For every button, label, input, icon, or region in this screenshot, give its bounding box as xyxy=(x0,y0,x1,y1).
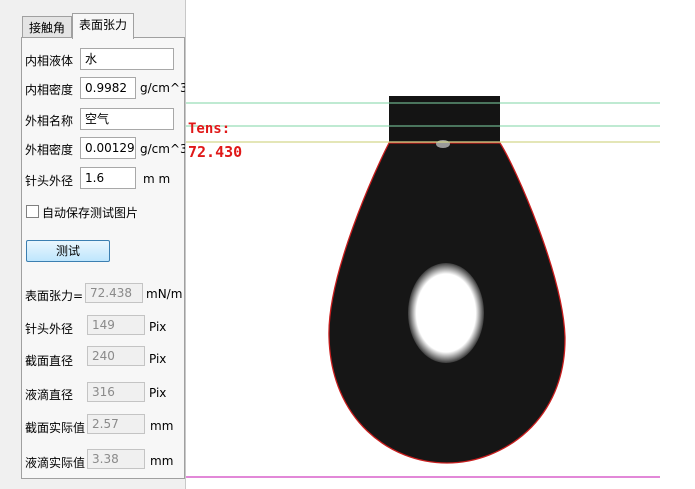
section-real-unit: mm xyxy=(150,419,174,433)
drop-real-value: 3.38 xyxy=(87,449,145,469)
drop-px-unit: Pix xyxy=(149,386,167,400)
tension-unit: mN/m xyxy=(146,287,183,301)
tab-surface-tension[interactable]: 表面张力 xyxy=(72,13,135,39)
needle-px-value: 149 xyxy=(87,315,145,335)
outer-density-unit: g/cm^3 xyxy=(140,142,185,156)
tab-contact-angle[interactable]: 接触角 xyxy=(22,16,73,39)
drop-px-value: 316 xyxy=(87,382,145,402)
tension-value: 72.438 xyxy=(85,283,143,303)
inner-density-input[interactable]: 0.9982 xyxy=(80,77,136,99)
section-real-label: 截面实际值 xyxy=(25,421,86,435)
drop-real-label: 液滴实际值 xyxy=(25,456,86,470)
needle-px-unit: Pix xyxy=(149,320,167,334)
inner-density-unit: g/cm^3 xyxy=(140,81,185,95)
drop-real-unit: mm xyxy=(150,454,174,468)
reflection-highlight xyxy=(408,263,484,363)
outer-name-input[interactable]: 空气 xyxy=(80,108,174,130)
autosave-checkbox[interactable] xyxy=(26,205,39,218)
needle-diameter-input[interactable]: 1.6 xyxy=(80,167,136,189)
inner-liquid-input[interactable]: 水 xyxy=(80,48,174,70)
outer-density-label: 外相密度 xyxy=(25,143,74,157)
section-px-unit: Pix xyxy=(149,352,167,366)
tens-label: Tens: xyxy=(188,121,231,137)
tens-value: 72.430 xyxy=(188,143,243,161)
drop-px-label: 液滴直径 xyxy=(25,388,74,402)
needle-diameter-unit: m m xyxy=(143,172,171,186)
section-real-value: 2.57 xyxy=(87,414,145,434)
section-px-value: 240 xyxy=(87,346,145,366)
outer-name-label: 外相名称 xyxy=(25,114,74,128)
outer-density-input[interactable]: 0.00129 xyxy=(80,137,136,159)
neck-highlight xyxy=(436,140,450,148)
inner-density-label: 内相密度 xyxy=(25,83,74,97)
needle-diameter-label: 针头外径 xyxy=(25,174,74,188)
autosave-label: 自动保存测试图片 xyxy=(42,206,139,220)
control-panel: 接触角 表面张力 内相液体 水 内相密度 0.9982 g/cm^3 外相名称 … xyxy=(0,0,186,489)
section-px-label: 截面直径 xyxy=(25,354,74,368)
test-button[interactable]: 测试 xyxy=(26,240,110,262)
tension-label: 表面张力= xyxy=(25,289,84,303)
tab-bar: 接触角 表面张力 xyxy=(22,13,135,39)
inner-liquid-label: 内相液体 xyxy=(25,54,74,68)
needle-px-label: 针头外径 xyxy=(25,322,74,336)
droplet-image xyxy=(186,96,660,478)
